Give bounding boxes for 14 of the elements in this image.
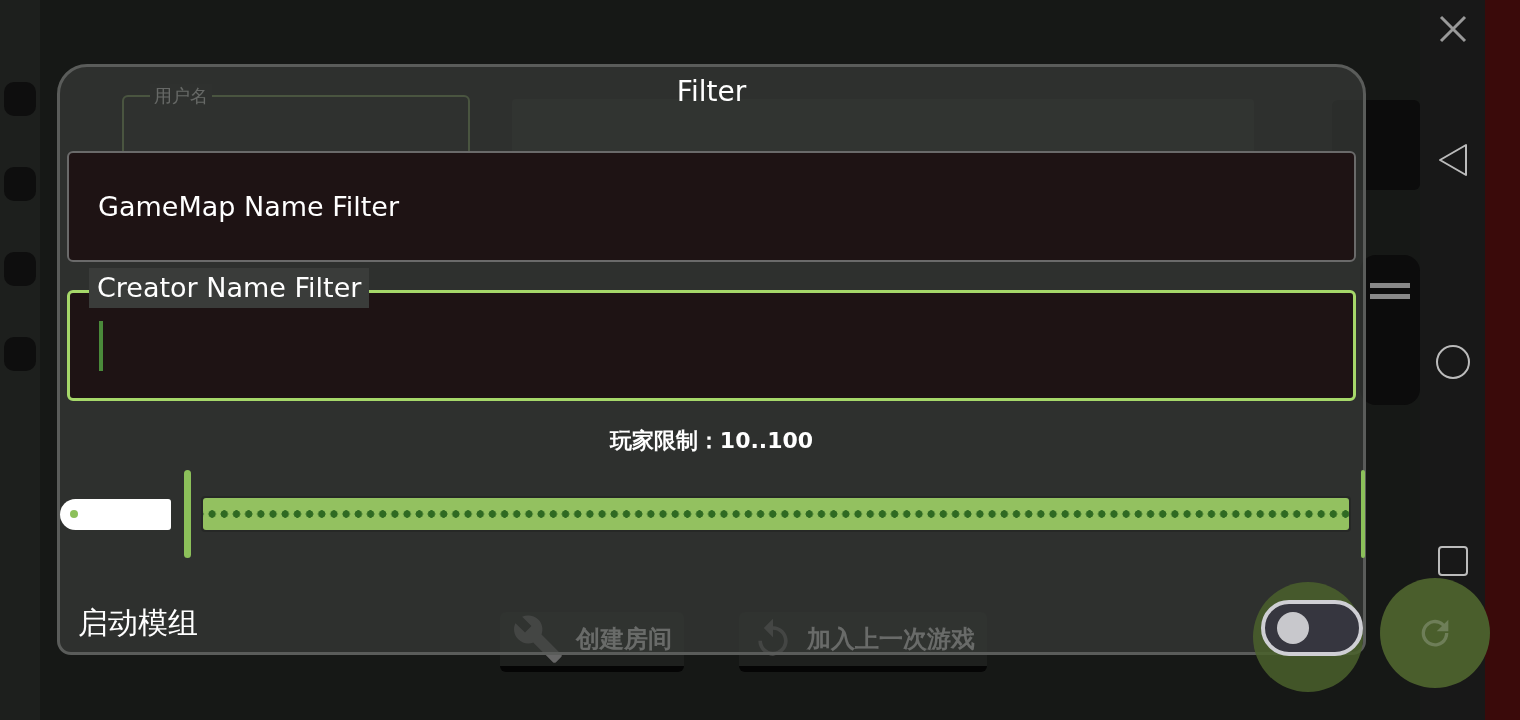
slider-thumb[interactable] (1361, 470, 1365, 558)
recent-apps-icon[interactable] (1437, 546, 1468, 576)
input-field[interactable]: GameMap Name Filter (67, 151, 1356, 262)
slider-thumb[interactable] (184, 470, 191, 558)
back-icon[interactable] (1436, 142, 1469, 178)
home-icon[interactable] (1434, 344, 1471, 380)
close-icon[interactable] (1437, 14, 1468, 44)
player-limit-label: 玩家限制：10..100 (609, 427, 814, 455)
dialog-title: Filter (676, 74, 747, 110)
toggle-switch[interactable] (1261, 600, 1363, 656)
text-cursor (99, 320, 103, 371)
equals-icon (1370, 283, 1410, 299)
field-label: Creator Name Filter (89, 268, 370, 308)
mods-label: 启动模组 (78, 603, 198, 642)
